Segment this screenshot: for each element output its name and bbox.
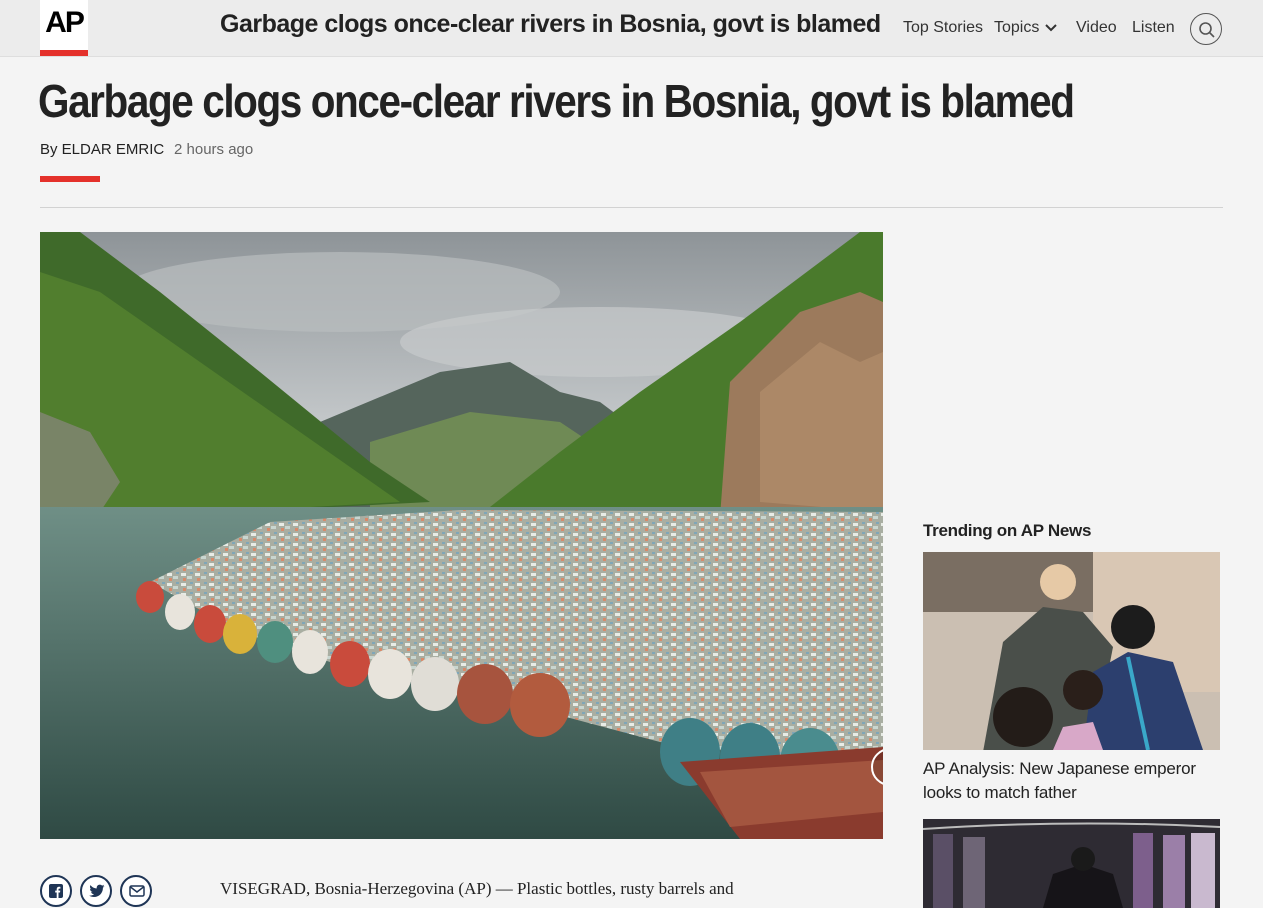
twitter-icon bbox=[89, 884, 105, 897]
article-headline: Garbage clogs once-clear rivers in Bosni… bbox=[38, 75, 1075, 127]
logo-red-bar bbox=[40, 50, 88, 56]
header-divider bbox=[40, 207, 1223, 208]
trending-item-image[interactable] bbox=[923, 819, 1220, 908]
search-button[interactable] bbox=[1190, 13, 1222, 45]
trending-item-caption[interactable]: AP Analysis: New Japanese emperor looks … bbox=[923, 757, 1213, 805]
share-twitter-button[interactable] bbox=[80, 875, 112, 907]
top-navigation-bar: AP Garbage clogs once-clear rivers in Bo… bbox=[0, 0, 1263, 57]
nav-topics[interactable]: Topics bbox=[994, 19, 1058, 37]
nav-listen[interactable]: Listen bbox=[1132, 19, 1175, 37]
chevron-down-icon bbox=[1045, 19, 1058, 37]
article-byline[interactable]: By ELDAR EMRIC bbox=[40, 141, 164, 158]
article-lead-paragraph: VISEGRAD, Bosnia-Herzegovina (AP) — Plas… bbox=[220, 879, 734, 898]
article-timestamp: 2 hours ago bbox=[174, 141, 254, 158]
share-email-button[interactable] bbox=[120, 875, 152, 907]
trending-item-image[interactable] bbox=[923, 552, 1220, 750]
trending-heading: Trending on AP News bbox=[923, 521, 1092, 540]
hero-photo[interactable] bbox=[40, 232, 883, 839]
sticky-article-title: Garbage clogs once-clear rivers in Bosni… bbox=[220, 10, 881, 38]
share-facebook-button[interactable] bbox=[40, 875, 72, 907]
logo-text: AP bbox=[45, 6, 85, 39]
nav-topics-label: Topics bbox=[994, 19, 1040, 37]
nav-video[interactable]: Video bbox=[1076, 19, 1117, 37]
ap-logo[interactable]: AP bbox=[40, 0, 88, 56]
nav-top-stories[interactable]: Top Stories bbox=[903, 19, 983, 37]
facebook-icon bbox=[49, 884, 63, 898]
email-icon bbox=[129, 885, 145, 897]
search-icon bbox=[1199, 22, 1215, 38]
headline-accent-bar bbox=[40, 176, 100, 182]
